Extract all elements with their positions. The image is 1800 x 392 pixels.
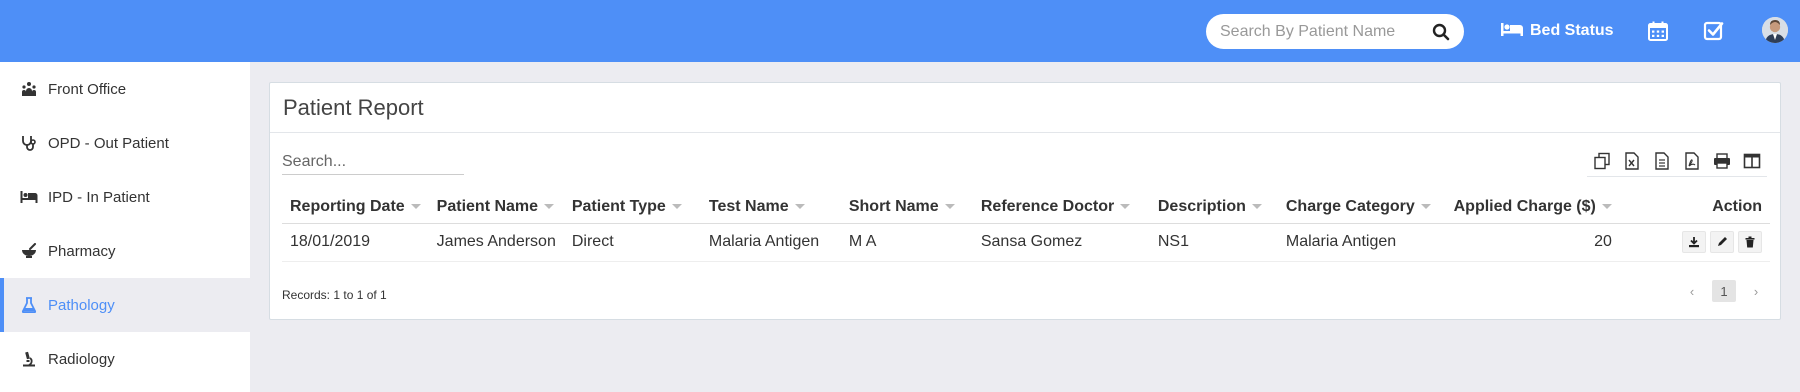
calendar-icon[interactable] — [1647, 20, 1669, 42]
sort-caret-icon — [794, 204, 805, 210]
next-page-button[interactable]: › — [1744, 280, 1768, 302]
patient-report-panel: Patient Report Reporting Date Patient Na… — [269, 82, 1781, 320]
table-cell: Malaria Antigen — [1277, 223, 1440, 262]
flask-icon — [20, 296, 38, 314]
copy-icon[interactable] — [1587, 147, 1617, 175]
sidebar-item-label: Front Office — [48, 80, 127, 98]
table-search-input[interactable] — [282, 149, 464, 175]
column-header[interactable]: Test Name — [700, 191, 841, 224]
current-page-button[interactable]: 1 — [1712, 280, 1736, 302]
sort-caret-icon — [410, 204, 421, 210]
patient-report-table: Reporting Date Patient Name Patient Type… — [282, 191, 1770, 262]
microscope-icon — [20, 350, 38, 368]
table-cell: NS1 — [1149, 223, 1278, 262]
page-title: Patient Report — [283, 94, 424, 120]
column-header[interactable]: Patient Type — [563, 191, 701, 224]
sidebar-item-label: Pathology — [48, 296, 115, 314]
table-header-row: Reporting Date Patient Name Patient Type… — [282, 191, 1770, 224]
table-cell: 20 — [1439, 223, 1620, 262]
table-row: 18/01/2019 James Anderson Direct Malaria… — [282, 223, 1770, 262]
sidebar-item-label: OPD - Out Patient — [48, 134, 169, 152]
table-cell: 18/01/2019 — [282, 223, 429, 262]
sidebar-item-front-office[interactable]: Front Office — [0, 62, 250, 116]
sidebar-item-label: IPD - In Patient — [48, 188, 150, 206]
print-icon[interactable] — [1707, 147, 1737, 175]
panel-header: Patient Report — [270, 83, 1780, 133]
sidebar-item-label: Pharmacy — [48, 242, 116, 260]
user-avatar[interactable] — [1762, 17, 1788, 43]
sidebar-item-label: Radiology — [48, 350, 115, 368]
csv-icon[interactable] — [1647, 147, 1677, 175]
table-cell: Direct — [563, 223, 701, 262]
mortar-pestle-icon — [20, 242, 38, 260]
sort-caret-icon — [944, 204, 955, 210]
export-toolbar — [1587, 147, 1767, 177]
sort-caret-icon — [671, 204, 682, 210]
excel-icon[interactable] — [1617, 147, 1647, 175]
download-icon[interactable] — [1682, 231, 1706, 253]
sidebar-item-radiology[interactable]: Radiology — [0, 332, 250, 386]
top-navbar: Bed Status — [0, 0, 1800, 62]
table-cell: Sansa Gomez — [972, 223, 1150, 262]
sort-caret-icon — [1251, 204, 1262, 210]
sidebar-item-pharmacy[interactable]: Pharmacy — [0, 224, 250, 278]
column-header[interactable]: Short Name — [840, 191, 973, 224]
records-count: Records: 1 to 1 of 1 — [282, 288, 387, 302]
column-header[interactable]: Reference Doctor — [972, 191, 1150, 224]
patient-search-box — [1206, 14, 1464, 49]
front-office-icon — [20, 80, 38, 98]
sidebar-item-pathology[interactable]: Pathology — [0, 278, 250, 332]
search-icon[interactable] — [1432, 23, 1450, 41]
column-header[interactable]: Patient Name — [428, 191, 564, 224]
bed-status-button[interactable]: Bed Status — [1500, 20, 1614, 42]
table-cell: M A — [840, 223, 973, 262]
column-header[interactable]: Charge Category — [1277, 191, 1440, 224]
pdf-icon[interactable] — [1677, 147, 1707, 175]
action-cell — [1619, 223, 1770, 262]
sort-caret-icon — [1601, 204, 1612, 210]
columns-icon[interactable] — [1737, 147, 1767, 175]
column-header[interactable]: Applied Charge ($) — [1439, 191, 1620, 224]
delete-trash-icon[interactable] — [1738, 231, 1762, 253]
sort-caret-icon — [544, 204, 555, 210]
table-cell: James Anderson — [428, 223, 564, 262]
bed-status-label: Bed Status — [1530, 22, 1614, 39]
prev-page-button[interactable]: ‹ — [1680, 280, 1704, 302]
stethoscope-icon — [20, 134, 38, 152]
column-header: Action — [1619, 191, 1770, 224]
bed-icon — [20, 188, 38, 206]
patient-search-input[interactable] — [1220, 14, 1420, 49]
sort-caret-icon — [1120, 204, 1131, 210]
column-header[interactable]: Reporting Date — [282, 191, 429, 224]
sidebar-item-opd[interactable]: OPD - Out Patient — [0, 116, 250, 170]
sidebar: Front Office OPD - Out Patient IPD - In … — [0, 62, 250, 392]
sort-caret-icon — [1420, 204, 1431, 210]
task-checkbox-icon[interactable] — [1703, 20, 1725, 42]
sidebar-item-ipd[interactable]: IPD - In Patient — [0, 170, 250, 224]
table-cell: Malaria Antigen — [700, 223, 841, 262]
bed-icon — [1500, 21, 1530, 42]
edit-pencil-icon[interactable] — [1710, 231, 1734, 253]
column-header[interactable]: Description — [1149, 191, 1278, 224]
pagination: ‹ 1 › — [1680, 280, 1768, 302]
